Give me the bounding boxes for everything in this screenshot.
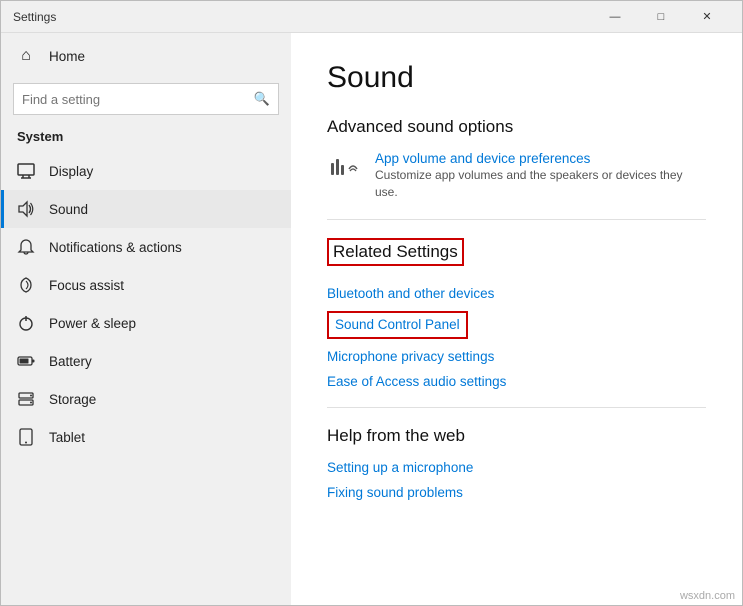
- sidebar-item-home-label: Home: [49, 49, 85, 64]
- sidebar-section-label: System: [1, 123, 291, 152]
- sidebar-item-home[interactable]: ⌂ Home: [1, 37, 291, 75]
- sidebar-item-battery[interactable]: Battery: [1, 342, 291, 380]
- sidebar-item-power[interactable]: Power & sleep: [1, 304, 291, 342]
- sidebar-item-display[interactable]: Display: [1, 152, 291, 190]
- storage-icon: [17, 390, 35, 408]
- app-volume-text-block: App volume and device preferences Custom…: [375, 151, 706, 201]
- battery-icon: [17, 352, 35, 370]
- minimize-button[interactable]: —: [592, 1, 638, 33]
- help-section: Help from the web Setting up a microphon…: [327, 426, 706, 500]
- sidebar-item-notifications[interactable]: Notifications & actions: [1, 228, 291, 266]
- advanced-sound-section: Advanced sound options App volume and de…: [327, 117, 706, 201]
- sidebar-item-focus-label: Focus assist: [49, 278, 124, 293]
- microphone-privacy-link[interactable]: Microphone privacy settings: [327, 349, 706, 364]
- ease-of-access-link[interactable]: Ease of Access audio settings: [327, 374, 706, 389]
- page-title: Sound: [327, 61, 706, 95]
- sidebar-item-storage-label: Storage: [49, 392, 96, 407]
- search-input[interactable]: [22, 92, 254, 107]
- sidebar: ⌂ Home 🔍 System: [1, 33, 291, 605]
- equalizer-icon: [327, 151, 363, 187]
- search-icon: 🔍: [254, 91, 270, 107]
- power-icon: [17, 314, 35, 332]
- app-volume-item: App volume and device preferences Custom…: [327, 151, 706, 201]
- advanced-sound-title: Advanced sound options: [327, 117, 706, 137]
- sound-icon: [17, 200, 35, 218]
- section-divider: [327, 219, 706, 220]
- section-divider-2: [327, 407, 706, 408]
- notifications-icon: [17, 238, 35, 256]
- app-volume-desc: Customize app volumes and the speakers o…: [375, 167, 706, 201]
- sidebar-item-tablet-label: Tablet: [49, 430, 85, 445]
- related-settings-title: Related Settings: [327, 238, 464, 266]
- window-title: Settings: [13, 10, 56, 24]
- sound-control-panel-link[interactable]: Sound Control Panel: [335, 317, 460, 332]
- related-links-list: Bluetooth and other devices Sound Contro…: [327, 286, 706, 389]
- maximize-button[interactable]: □: [638, 1, 684, 33]
- main-content: ⌂ Home 🔍 System: [1, 33, 742, 605]
- content-area: Sound Advanced sound options: [291, 33, 742, 605]
- setting-up-mic-link[interactable]: Setting up a microphone: [327, 460, 706, 475]
- app-volume-link[interactable]: App volume and device preferences: [375, 151, 706, 166]
- fixing-sound-link[interactable]: Fixing sound problems: [327, 485, 706, 500]
- sidebar-item-focus[interactable]: Focus assist: [1, 266, 291, 304]
- sidebar-item-battery-label: Battery: [49, 354, 92, 369]
- help-links-list: Setting up a microphone Fixing sound pro…: [327, 460, 706, 500]
- sidebar-search-box[interactable]: 🔍: [13, 83, 279, 115]
- close-button[interactable]: ✕: [684, 1, 730, 33]
- sidebar-item-tablet[interactable]: Tablet: [1, 418, 291, 456]
- related-settings-section: Related Settings Bluetooth and other dev…: [327, 238, 706, 389]
- help-section-title: Help from the web: [327, 426, 706, 446]
- sound-control-panel-wrapper: Sound Control Panel: [327, 311, 468, 339]
- settings-window: Settings — □ ✕ ⌂ Home 🔍 System: [0, 0, 743, 606]
- title-bar: Settings — □ ✕: [1, 1, 742, 33]
- sidebar-item-power-label: Power & sleep: [49, 316, 136, 331]
- sidebar-item-sound[interactable]: Sound: [1, 190, 291, 228]
- tablet-icon: [17, 428, 35, 446]
- window-controls: — □ ✕: [592, 1, 730, 33]
- sidebar-item-display-label: Display: [49, 164, 93, 179]
- display-icon: [17, 162, 35, 180]
- sidebar-item-notifications-label: Notifications & actions: [49, 240, 182, 255]
- bluetooth-link[interactable]: Bluetooth and other devices: [327, 286, 706, 301]
- home-icon: ⌂: [17, 47, 35, 65]
- focus-icon: [17, 276, 35, 294]
- sidebar-item-sound-label: Sound: [49, 202, 88, 217]
- sidebar-item-storage[interactable]: Storage: [1, 380, 291, 418]
